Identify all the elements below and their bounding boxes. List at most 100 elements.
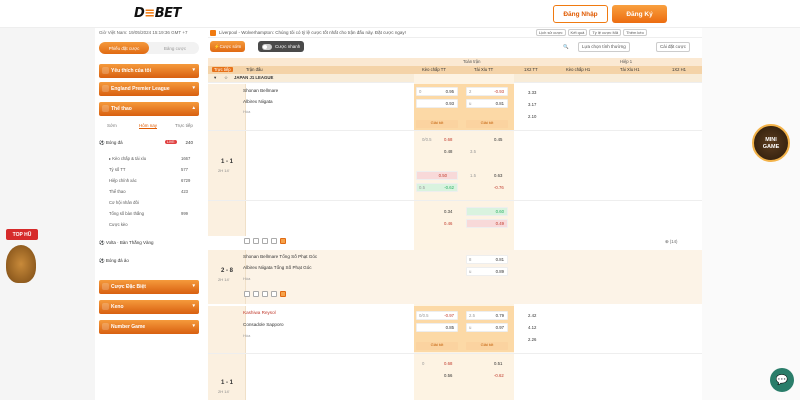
site-logo[interactable]: D≡BET bbox=[134, 6, 181, 21]
early-bet-chip[interactable]: ⚡ Cược sớm bbox=[210, 41, 246, 52]
sidebar-item-number-game[interactable]: Number Game ▾ bbox=[99, 320, 199, 334]
sidebar-item-keno[interactable]: Keno ▾ bbox=[99, 300, 199, 314]
odds-button[interactable]: u 0.97 bbox=[466, 323, 508, 332]
odds-button[interactable]: 0.60 bbox=[466, 207, 508, 216]
login-button[interactable]: Đăng Nhập bbox=[553, 5, 608, 23]
more-bets-button[interactable]: Thêm kèo bbox=[623, 29, 647, 36]
odds-1[interactable]: 3.33 bbox=[528, 90, 536, 95]
bet-history-button[interactable]: Lịch sử cược bbox=[536, 29, 566, 36]
odds-button[interactable]: 0/0.5 -0.97 bbox=[416, 311, 458, 320]
live-tracker-icon[interactable] bbox=[280, 291, 286, 297]
number-icon bbox=[102, 323, 109, 330]
search-icon[interactable]: 🔍 bbox=[563, 41, 569, 52]
top-navbar: D≡BET Đăng Nhập Đăng Ký bbox=[0, 0, 800, 28]
jackpot-pot-icon[interactable] bbox=[6, 245, 36, 283]
odds-cell[interactable]: 0.68 bbox=[444, 137, 452, 142]
more-odds-button[interactable]: Giải tốt bbox=[416, 120, 458, 128]
odds-button[interactable]: u 0.81 bbox=[466, 99, 508, 108]
list-item[interactable]: Thể thao 423 bbox=[109, 189, 188, 194]
odds-button[interactable]: 0.85 bbox=[416, 323, 458, 332]
more-markets-count[interactable]: ⊕ (14) bbox=[665, 239, 677, 245]
quick-bet-toggle[interactable] bbox=[262, 43, 272, 50]
match-time-cell: 2 - 8 2H 14' bbox=[208, 250, 246, 304]
top-hu-badge[interactable]: TOP HŨ bbox=[6, 229, 38, 240]
sidebar-item-special-bets[interactable]: Cược Đặc Biệt ▾ bbox=[99, 280, 199, 294]
odds-2[interactable]: 2.10 bbox=[528, 114, 536, 119]
odds-2[interactable]: 2.26 bbox=[528, 337, 536, 342]
mini-game-button[interactable]: MINI GAME bbox=[752, 124, 790, 162]
away-team: Albirex Niigata bbox=[243, 99, 273, 104]
odds-button[interactable]: 0.5 -0.62 bbox=[416, 183, 458, 192]
tv-icon[interactable] bbox=[271, 291, 277, 297]
sport-volta[interactable]: ⚽ Volta · Bàn Thắng Vàng bbox=[99, 240, 199, 249]
odds-cell[interactable]: 0.68 bbox=[444, 361, 452, 366]
live-stream-icon[interactable] bbox=[253, 291, 259, 297]
list-item[interactable]: Cược kèo bbox=[109, 222, 128, 227]
list-item[interactable]: ▸ Kèo chấp & tài xỉu 1667 bbox=[109, 156, 190, 161]
stats-icon[interactable] bbox=[244, 238, 250, 244]
sport-football[interactable]: ⚽ Bóng đá LIVE 240 bbox=[99, 140, 199, 149]
list-item[interactable]: Cơ hội nhân đôi bbox=[109, 200, 139, 205]
tab-bet-list[interactable]: Bảng cược bbox=[151, 42, 199, 54]
tab-bet-slip[interactable]: Phiếu đặt cược bbox=[99, 42, 149, 54]
away-team: Albirex Niigata Tổng Số Phạt Góc bbox=[243, 265, 312, 270]
odds-x[interactable]: 4.12 bbox=[528, 325, 536, 330]
odds-button[interactable]: 8 0.81 bbox=[466, 255, 508, 264]
more-odds-button[interactable]: Giải tốt bbox=[466, 120, 508, 128]
odds-button[interactable]: u 0.89 bbox=[466, 267, 508, 276]
odds-button[interactable]: 0.93 bbox=[416, 99, 458, 108]
chevron-down-icon: ▾ bbox=[192, 283, 195, 289]
register-button[interactable]: Đăng Ký bbox=[612, 5, 667, 23]
odds-cell[interactable]: 0.46 bbox=[444, 221, 452, 226]
odds-cell[interactable]: -0.76 bbox=[494, 185, 504, 190]
more-odds-button[interactable]: Giải tốt bbox=[466, 342, 508, 350]
odds-cell[interactable]: 0.56 bbox=[444, 373, 452, 378]
sidebar-item-sports[interactable]: Thể thao ▴ bbox=[99, 102, 199, 116]
subtab-early[interactable]: Sớm bbox=[107, 123, 117, 128]
odds-cell[interactable]: 0.51 bbox=[494, 361, 502, 366]
bet-settings[interactable]: Cài đặt cược bbox=[656, 41, 690, 52]
sort-select[interactable]: Lựa chọn tính thường bbox=[578, 41, 630, 52]
chat-icon[interactable]: 💬 bbox=[770, 368, 794, 392]
results-button[interactable]: Kết quả bbox=[567, 29, 588, 36]
live-tag[interactable]: Trực tiếp bbox=[212, 67, 233, 72]
odds-button[interactable]: 0 0.95 bbox=[416, 87, 458, 96]
odds-cell[interactable]: 0.45 bbox=[494, 137, 502, 142]
tv-icon[interactable] bbox=[271, 238, 277, 244]
sport-virtual-football[interactable]: ⚽ Bóng đá ảo bbox=[99, 258, 199, 267]
sports-sidebar: Giờ Việt Nam: 19/05/2024 15:19:36 GMT +7… bbox=[95, 28, 205, 400]
table-group-header: Toàn trận Hiệp 1 bbox=[208, 58, 702, 66]
odds-cell[interactable]: 0.63 bbox=[494, 173, 502, 178]
match-actions bbox=[244, 291, 289, 300]
odds-button[interactable]: 0.49 bbox=[466, 219, 508, 228]
list-item[interactable]: Tổng số bàn thắng 999 bbox=[109, 211, 188, 216]
odds-cell[interactable]: -0.62 bbox=[494, 373, 504, 378]
list-item[interactable]: Hiệp chính xác 6729 bbox=[109, 178, 190, 183]
live-tracker-icon[interactable] bbox=[280, 238, 286, 244]
odds-button[interactable]: 2 -0.93 bbox=[466, 87, 508, 96]
star-icon[interactable]: ☆ bbox=[224, 75, 228, 81]
match-actions bbox=[244, 238, 289, 247]
subtab-today[interactable]: Hôm nay bbox=[139, 123, 158, 129]
sidebar-item-favorites[interactable]: Yêu thích của tôi ▾ bbox=[99, 64, 199, 78]
odds-x[interactable]: 3.17 bbox=[528, 102, 536, 107]
quick-bet-chip[interactable]: Cược nhanh bbox=[258, 41, 305, 52]
odds-code-button[interactable]: Tỷ lệ cược Mã bbox=[589, 29, 622, 36]
list-item[interactable]: Tỷ số TT 577 bbox=[109, 167, 188, 172]
stats-icon[interactable] bbox=[244, 291, 250, 297]
sidebar-item-epl[interactable]: England Premier League ▾ bbox=[99, 82, 199, 96]
football-count: 240 bbox=[185, 140, 193, 145]
right-panel bbox=[702, 28, 800, 400]
notice-text: Liverpool - Wolverhampton: Chúng tôi có … bbox=[219, 30, 406, 35]
chart-icon[interactable] bbox=[262, 238, 268, 244]
more-odds-button[interactable]: Giải tốt bbox=[416, 342, 458, 350]
keno-icon bbox=[102, 303, 109, 310]
subtab-live[interactable]: Trực tiếp bbox=[175, 123, 193, 128]
odds-cell[interactable]: 0.34 bbox=[444, 209, 452, 214]
odds-1[interactable]: 2.42 bbox=[528, 313, 536, 318]
odds-button[interactable]: 2.5 0.79 bbox=[466, 311, 508, 320]
live-stream-icon[interactable] bbox=[253, 238, 259, 244]
odds-cell[interactable]: 0.48 bbox=[444, 149, 452, 154]
odds-button[interactable]: 0.50 bbox=[416, 171, 458, 180]
chart-icon[interactable] bbox=[262, 291, 268, 297]
